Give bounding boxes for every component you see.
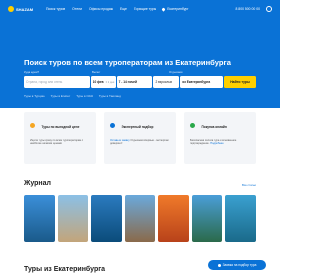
journal-title: Журнал [24,180,51,187]
phone-number[interactable]: 8 800 500 00 00 [235,7,260,11]
label-departure-date: Вылет [92,70,101,74]
request-selection-button[interactable]: Заявка на подбор тура [208,260,266,270]
nav-item-more[interactable]: Еще [120,7,127,11]
quick-link-turkey[interactable]: Туры в Турцию [24,94,45,98]
journal-card[interactable] [191,195,223,242]
tour-search-form: Страна, город или отель 10 фев ± 2 дня 7… [24,76,256,88]
logo-icon [8,6,14,12]
feature-title: Покупка онлайн [201,124,227,129]
label-guests: Отдыхаем [169,70,183,74]
journal-card[interactable] [225,195,257,242]
search-field-labels: Куда едем? Вылет Отдыхаем [24,70,256,75]
departure-city-field[interactable]: из Екатеринбурга [180,76,224,88]
feature-text: Безопасная оплата тура и мгновенное подт… [190,139,250,146]
nav-item-hotels[interactable]: Отели [72,7,82,11]
top-navigation: SHAZAM Поиск туров Отели Офисы продаж Ещ… [0,0,280,18]
logo[interactable]: SHAZAM [8,6,46,12]
feature-text: Ищите туры сразу по всем туроператорам с… [30,139,84,146]
journal-card[interactable] [124,195,156,242]
expert-icon [110,123,115,129]
quick-link-thailand[interactable]: Туры в Таиланд [99,94,121,98]
destination-placeholder: Страна, город или отель [26,80,63,84]
nights-field[interactable]: 7 - 14 ночей [116,76,153,88]
feature-card: Покупка онлайн Безопасная оплата тура и … [184,112,256,164]
quick-link-egypt[interactable]: Туры в Египет [51,94,71,98]
price-tag-icon [30,123,35,129]
journal-all-link[interactable]: Все статьи [242,183,256,187]
location-label: Екатеринбург [167,7,189,11]
logo-text: SHAZAM [16,6,34,12]
date-value: 10 фев [92,80,104,84]
guests-value: 2 взрослых [155,80,173,84]
journal-card[interactable] [91,195,122,242]
hero-section: SHAZAM Поиск туров Отели Офисы продаж Ещ… [0,0,280,108]
feature-title: Туры по выгодной цене [41,124,80,129]
date-flex: ± 2 дня [105,80,115,84]
location-selector[interactable]: Екатеринбург [161,6,189,12]
journal-card[interactable] [24,195,55,242]
nav-item-hot-tours[interactable]: Горящие туры [134,7,156,11]
guests-field[interactable]: 2 взрослых [153,76,180,88]
feature-card: Экспертный подбор Оставьте заявку Отдыха… [104,112,176,164]
date-field[interactable]: 10 фев ± 2 дня [90,76,116,88]
quick-link-uae[interactable]: Туры в ОАЭ [76,94,93,98]
destination-input[interactable]: Страна, город или отель [24,76,90,88]
location-pin-icon [161,6,166,12]
tours-section-title: Туры из Екатеринбурга [24,266,106,273]
feature-link[interactable]: Подробнее [210,142,223,145]
quick-links: Туры в Турцию Туры в Египет Туры в ОАЭ Т… [24,94,121,98]
features-row: Туры по выгодной цене Ищите туры сразу п… [24,112,256,164]
user-icon[interactable] [266,6,272,12]
page-title: Поиск туров по всем туроператорам из Ека… [24,58,231,67]
label-destination: Куда едем? [24,70,40,74]
departure-city-value: из Екатеринбурга [182,80,211,84]
feature-card: Туры по выгодной цене Ищите туры сразу п… [24,112,96,164]
find-tours-button[interactable]: Найти туры [224,76,256,88]
journal-cards [24,195,257,242]
journal-card[interactable] [57,195,89,242]
nav-item-offices[interactable]: Офисы продаж [89,7,113,11]
feature-title: Экспертный подбор [121,124,154,129]
nights-value: 7 - 14 ночей [118,80,138,84]
shield-icon [190,123,195,129]
request-selection-label: Заявка на подбор тура [222,263,257,267]
feature-text: Оставьте заявку Отдыхаем впервые - экспе… [110,139,170,146]
chat-icon [217,263,221,267]
nav-item-search[interactable]: Поиск туров [46,7,65,11]
main-nav: Поиск туров Отели Офисы продаж Еще Горящ… [46,7,156,11]
journal-card[interactable] [158,195,189,242]
